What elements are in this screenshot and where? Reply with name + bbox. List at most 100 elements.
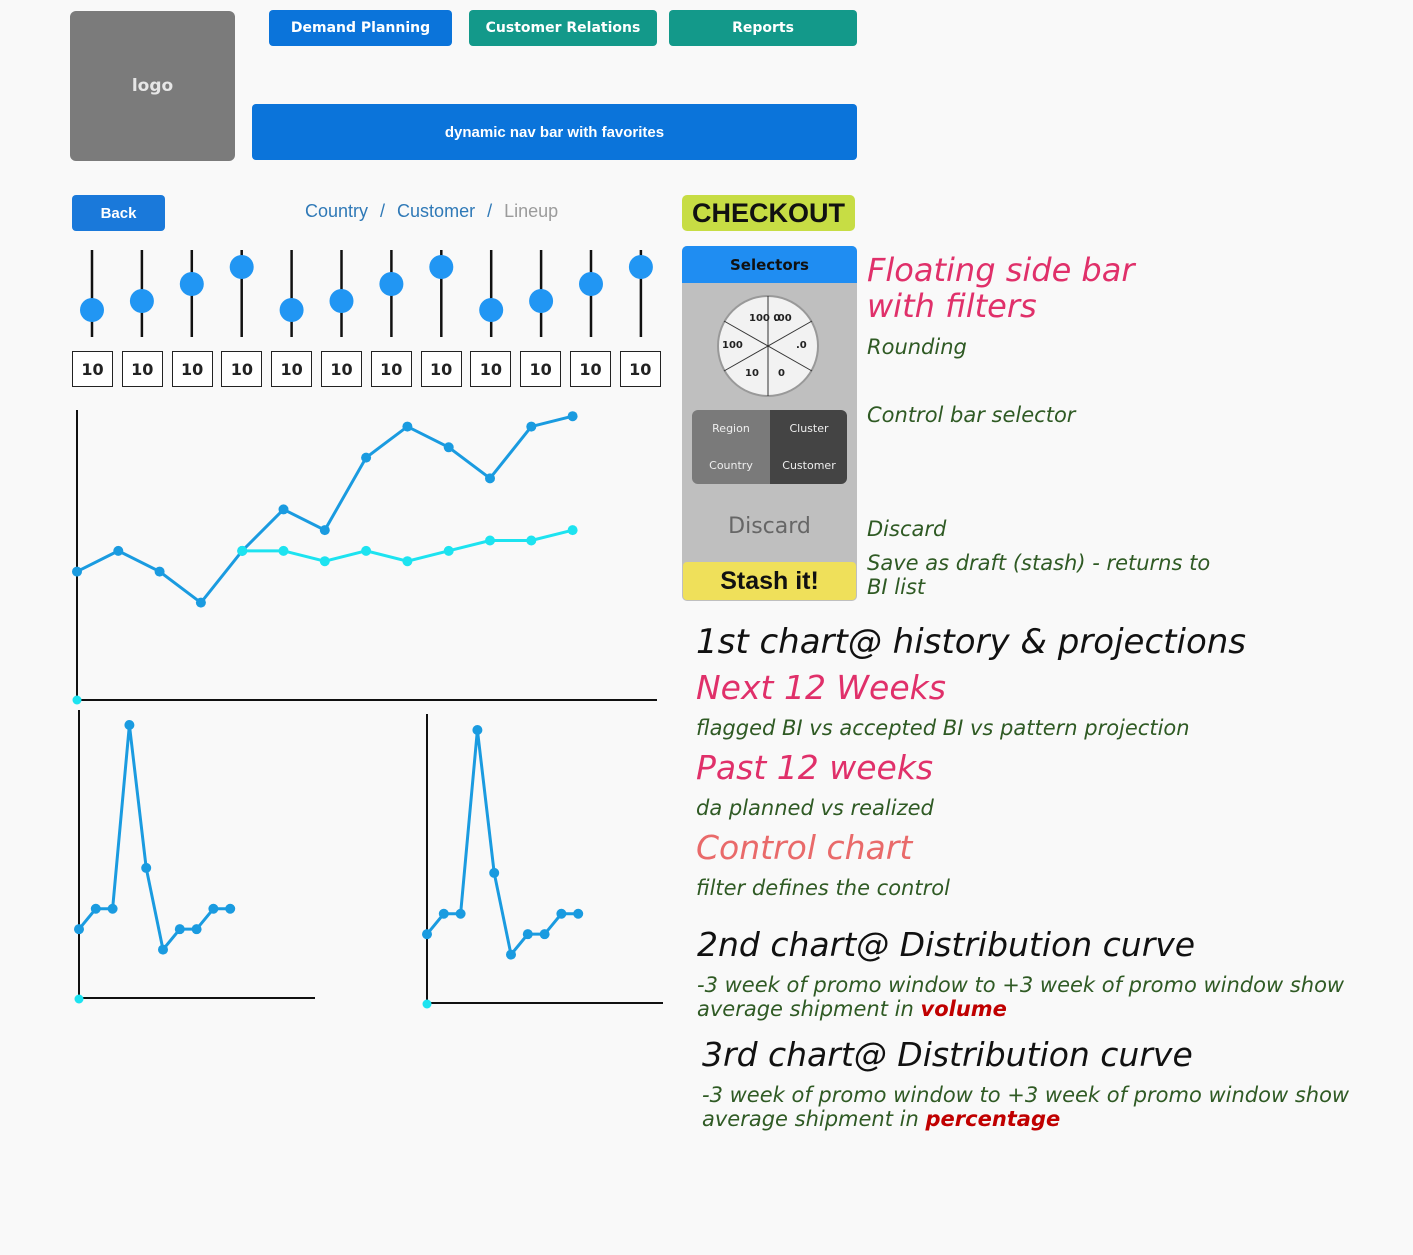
slider-value-box[interactable]: 10: [619, 351, 661, 387]
annotation-line: average shipment in volume: [697, 997, 1344, 1021]
chart1-series-line: [76, 414, 573, 605]
chart1-origin-point: [72, 695, 82, 705]
chart2-data-point: [124, 720, 135, 730]
chart3-data-point: [522, 929, 533, 940]
slider-handle[interactable]: [379, 272, 404, 296]
annotation-discard: Discard: [867, 517, 947, 541]
annotation-text: average shipment in: [702, 1107, 919, 1131]
annotation-control-bar: Control bar selector: [867, 403, 1076, 427]
chart1-data-point: [402, 421, 413, 432]
segment-region[interactable]: Region: [692, 410, 770, 447]
annotation-rounding: Rounding: [867, 335, 967, 359]
chart3-data-point: [438, 908, 449, 919]
selectors-panel: Selectors 100 0 .00 100 .0 10 0 Region C…: [682, 246, 857, 601]
slider-handle[interactable]: [229, 255, 254, 279]
slider-handle[interactable]: [329, 289, 354, 313]
annotation-line: average shipment in percentage: [702, 1107, 1349, 1131]
annotation-line: Save as draft (stash) - returns to: [867, 551, 1211, 575]
tab-customer-relations[interactable]: Customer Relations: [469, 10, 657, 46]
chart2-data-point: [191, 924, 202, 935]
breadcrumb-country[interactable]: Country: [305, 201, 368, 221]
chart2-data-point: [107, 903, 118, 914]
chart1-data-point: [72, 566, 82, 577]
slider-value-box[interactable]: 10: [171, 351, 213, 387]
chart1-data-point: [361, 545, 372, 556]
chart1-data-point: [195, 597, 206, 608]
annotation-next12-desc: flagged BI vs accepted BI vs pattern pro…: [696, 716, 1190, 740]
chart3-series-line: [425, 729, 579, 958]
annotation-line: -3 week of promo window to +3 week of pr…: [697, 973, 1345, 997]
slider-handle[interactable]: [80, 298, 104, 322]
chart2-data-point: [158, 944, 168, 955]
slider-value-box[interactable]: 10: [370, 351, 412, 387]
slider-value-box[interactable]: 10: [72, 351, 113, 387]
segment-customer[interactable]: Customer: [770, 447, 847, 484]
chart1-data-point: [485, 473, 495, 484]
slider-handle[interactable]: [279, 298, 304, 322]
slider-value-box[interactable]: 10: [221, 351, 263, 387]
checkout-button[interactable]: CHECKOUT: [682, 195, 855, 231]
slider-handle[interactable]: [529, 289, 554, 313]
annotation-text: average shipment in: [697, 997, 914, 1021]
chart1-data-point: [319, 525, 330, 536]
dial-label: 10: [745, 368, 759, 379]
chart3-data-point: [422, 929, 432, 940]
chart1-data-point: [567, 411, 578, 422]
slider-handle[interactable]: [179, 272, 204, 296]
chart3-data-point: [506, 949, 516, 960]
slider-value-box[interactable]: 10: [570, 351, 611, 387]
chart1-data-point: [567, 525, 578, 536]
slider-handle[interactable]: [579, 272, 603, 296]
control-bar-selector: Region Cluster Country Customer: [692, 410, 847, 484]
dial-label: .0: [796, 340, 807, 351]
selectors-title: Selectors: [682, 246, 857, 283]
slider-value-box[interactable]: 10: [271, 351, 313, 387]
stash-button[interactable]: Stash it!: [683, 562, 856, 600]
chart2-data-point: [74, 924, 84, 935]
chart1-data-point: [319, 556, 330, 567]
tab-demand-planning[interactable]: Demand Planning: [269, 10, 452, 46]
back-button[interactable]: Back: [72, 195, 165, 231]
chart1-data-point: [443, 545, 454, 556]
slider-value-box[interactable]: 10: [121, 351, 163, 387]
chart3-data-point: [489, 867, 500, 878]
chart2-series-line: [77, 724, 231, 953]
dial-label: 0: [778, 368, 785, 379]
chart1-data-point: [443, 442, 454, 453]
annotation-emphasis: percentage: [925, 1107, 1061, 1131]
breadcrumb-lineup: Lineup: [504, 201, 559, 221]
logo: logo: [70, 11, 235, 161]
slider-value-box[interactable]: 10: [321, 351, 362, 387]
slider-handle[interactable]: [479, 298, 504, 322]
slider-handle[interactable]: [429, 255, 454, 279]
slider-value-box[interactable]: 10: [520, 351, 562, 387]
slider-handle[interactable]: [628, 255, 653, 279]
annotation-line: Floating side bar: [867, 251, 1135, 289]
chart2-origin-point: [74, 994, 84, 1004]
tab-reports[interactable]: Reports: [669, 10, 857, 46]
segment-country[interactable]: Country: [692, 447, 770, 484]
chart3-origin-point: [422, 999, 432, 1009]
chart2-data-point: [208, 903, 219, 914]
annotation-line: with filters: [867, 287, 1037, 325]
breadcrumb-customer[interactable]: Customer: [397, 201, 475, 221]
discard-button[interactable]: Discard: [682, 514, 857, 539]
dial-label: .00: [774, 313, 792, 324]
chart3-data-point: [539, 929, 550, 940]
annotation-chart2-title: 2nd chart@ Distribution curve: [697, 925, 1196, 964]
slider-handle[interactable]: [129, 289, 154, 313]
chart1-data-point: [526, 535, 537, 546]
chart1-data-point: [154, 566, 165, 577]
annotation-past12-desc: da planned vs realized: [696, 796, 934, 820]
chart3-data-point: [455, 908, 466, 919]
charts-area: [72, 410, 663, 1009]
chart1-data-point: [402, 556, 413, 567]
rounding-dial[interactable]: 100 0 .00 100 .0 10 0: [716, 294, 820, 398]
annotation-save-draft: Save as draft (stash) - returns to BI li…: [867, 551, 1210, 599]
segment-cluster[interactable]: Cluster: [770, 410, 847, 447]
slider-value-box[interactable]: 10: [420, 351, 462, 387]
annotation-control-chart: Control chart: [696, 828, 913, 867]
slider-value-box[interactable]: 10: [470, 351, 512, 387]
annotation-chart3-title: 3rd chart@ Distribution curve: [702, 1035, 1193, 1074]
dynamic-nav-bar[interactable]: dynamic nav bar with favorites: [252, 104, 857, 160]
